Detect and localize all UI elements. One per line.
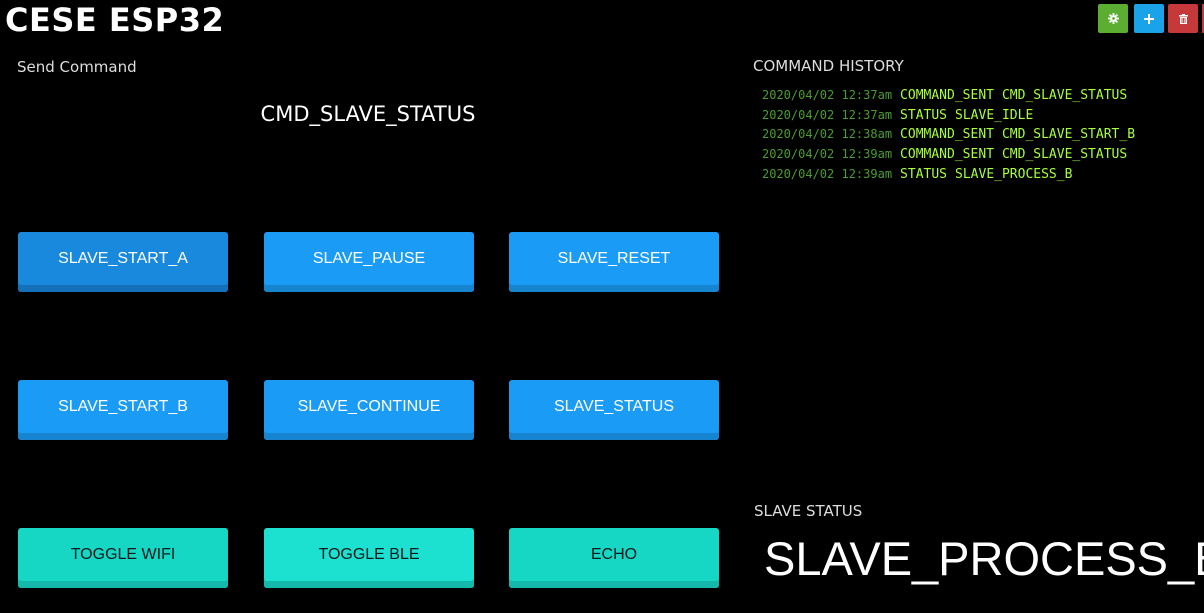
settings-button[interactable] <box>1098 4 1128 33</box>
toggle-wifi-button[interactable]: TOGGLE WIFI <box>18 528 228 588</box>
slave-start-b-button[interactable]: SLAVE_START_B <box>18 380 228 440</box>
slave-status-label: SLAVE STATUS <box>754 502 863 520</box>
slave-pause-button[interactable]: SLAVE_PAUSE <box>264 232 474 292</box>
add-button[interactable] <box>1134 4 1164 33</box>
current-command: CMD_SLAVE_STATUS <box>260 102 476 126</box>
history-value: CMD_SLAVE_STATUS <box>1001 147 1128 163</box>
history-row: 2020/04/02 12:37am COMMAND_SENT CMD_SLAVE_… <box>762 86 1135 106</box>
history-timestamp: 2020/04/02 12:39am <box>762 166 893 181</box>
history-timestamp: 2020/04/02 12:37am <box>762 107 893 122</box>
history-value: SLAVE_PROCESS_B <box>955 166 1073 182</box>
echo-button[interactable]: ECHO <box>509 528 719 588</box>
toggle-ble-button[interactable]: TOGGLE BLE <box>264 528 474 588</box>
history-row: 2020/04/02 12:39am STATUS SLAVE_PROCESS_B <box>762 165 1135 185</box>
command-history-label: COMMAND HISTORY <box>753 57 904 75</box>
history-value: CMD_SLAVE_STATUS <box>1001 88 1128 103</box>
history-kind: STATUS <box>900 166 948 182</box>
dashboard: CESE ESP32 Send Command CMD_SLAVE_STATUS… <box>0 0 1204 613</box>
slave-status-button[interactable]: SLAVE_STATUS <box>509 380 719 440</box>
app-title: CESE ESP32 <box>5 1 225 39</box>
plus-icon <box>1144 13 1154 24</box>
history-kind: STATUS <box>900 107 948 123</box>
gear-icon <box>1107 13 1119 24</box>
send-command-label: Send Command <box>17 58 137 76</box>
slave-status-value: SLAVE_PROCESS_B <box>764 532 1204 585</box>
slave-continue-button[interactable]: SLAVE_CONTINUE <box>264 380 474 440</box>
delete-button[interactable] <box>1168 4 1198 33</box>
history-timestamp: 2020/04/02 12:37am <box>762 88 893 102</box>
history-value: CMD_SLAVE_START_B <box>1001 127 1136 143</box>
history-row: 2020/04/02 12:37am STATUS SLAVE_IDLE <box>762 106 1135 126</box>
history-kind: COMMAND_SENT <box>900 88 994 103</box>
history-kind: COMMAND_SENT <box>900 127 994 143</box>
slave-start-a-button[interactable]: SLAVE_START_A <box>18 232 228 292</box>
history-row: 2020/04/02 12:39am COMMAND_SENT CMD_SLAVE_… <box>762 145 1135 165</box>
command-history-list: 2020/04/02 12:37am COMMAND_SENT CMD_SLAVE_… <box>762 86 1135 185</box>
trash-icon <box>1178 13 1188 24</box>
history-row: 2020/04/02 12:38am COMMAND_SENT CMD_SLAVE_… <box>762 125 1135 145</box>
history-value: SLAVE_IDLE <box>955 107 1034 123</box>
history-kind: COMMAND_SENT <box>900 147 994 163</box>
slave-reset-button[interactable]: SLAVE_RESET <box>509 232 719 292</box>
history-timestamp: 2020/04/02 12:39am <box>762 147 893 162</box>
history-timestamp: 2020/04/02 12:38am <box>762 127 893 142</box>
